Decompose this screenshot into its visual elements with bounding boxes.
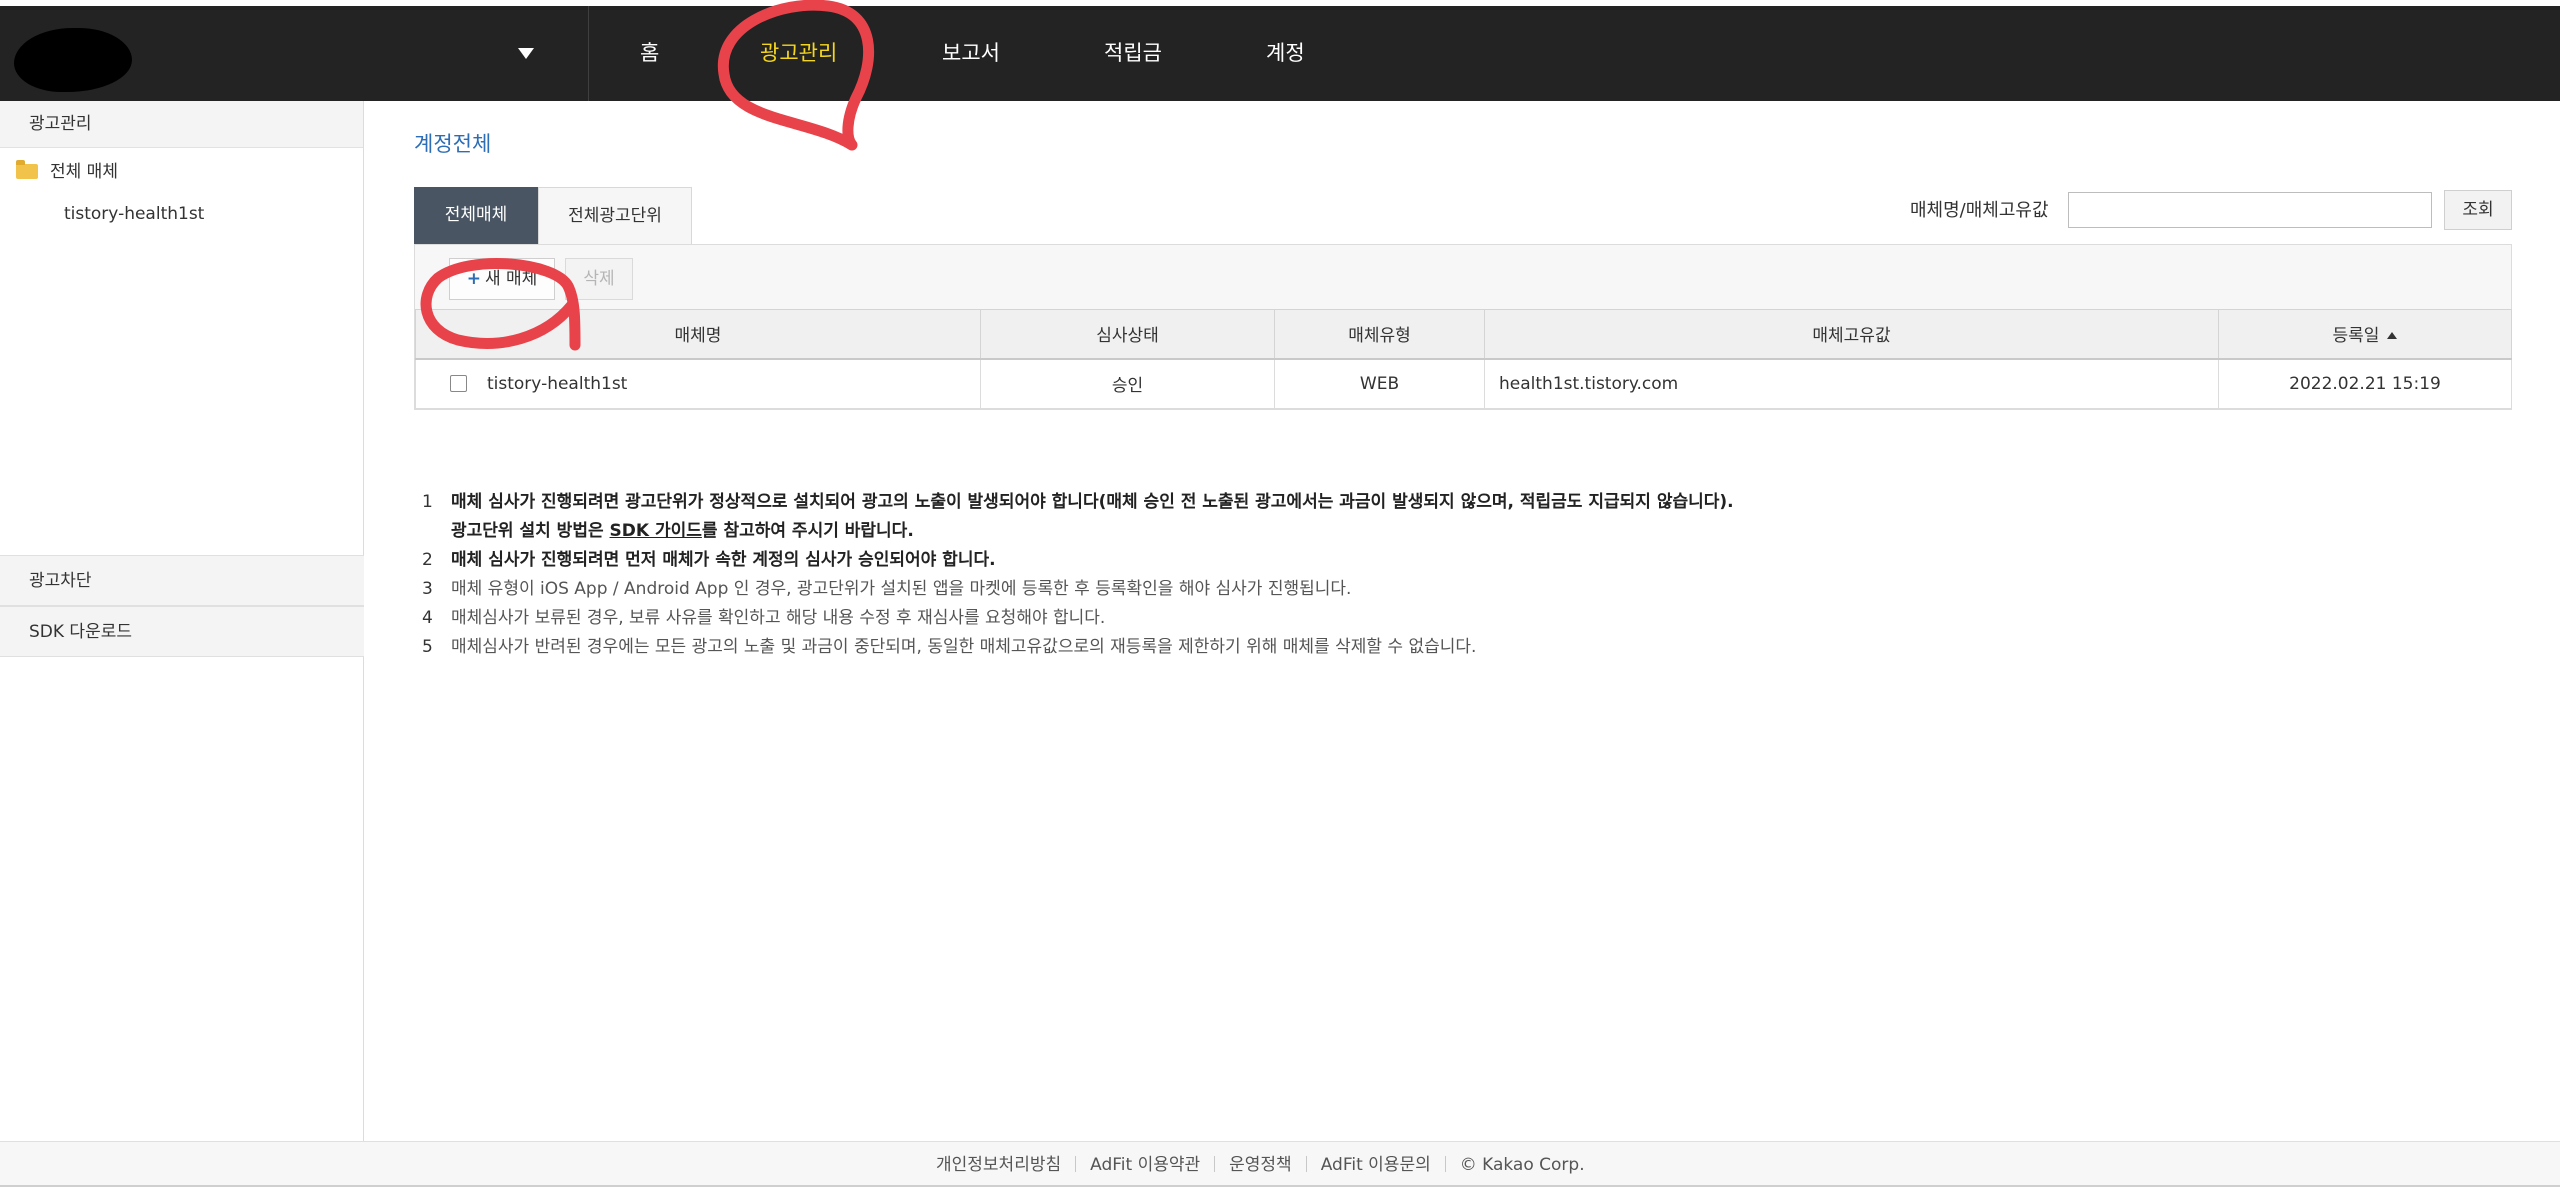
column-header-date[interactable]: 등록일	[2218, 309, 2512, 360]
sdk-guide-link[interactable]: SDK 가이드	[610, 521, 702, 541]
tree-item-all-media[interactable]: 전체 매체	[16, 157, 118, 187]
cell-media-name[interactable]: tistory-health1st	[487, 374, 627, 394]
note-number: 5	[422, 637, 433, 657]
column-header-name[interactable]: 매체명	[415, 309, 981, 360]
page-title: 계정전체	[414, 132, 492, 156]
delete-button[interactable]: 삭제	[565, 258, 633, 300]
note-text-pre: 광고단위 설치 방법은	[451, 521, 610, 541]
column-header-status[interactable]: 심사상태	[980, 309, 1275, 360]
nav-item-account[interactable]: 계정	[1266, 6, 1305, 101]
note-number: 4	[422, 608, 433, 628]
footer-links: 개인정보처리방침 AdFit 이용약관 운영정책 AdFit 이용문의 © Kakao …	[936, 1142, 1585, 1188]
note-text: 매체 심사가 진행되려면 광고단위가 정상적으로 설치되어 광고의 노출이 발생…	[451, 492, 1734, 512]
sidebar-item-ad-block[interactable]: 광고차단	[0, 555, 364, 606]
search-label: 매체명/매체고유값	[1910, 200, 2049, 221]
nav-item-ad-management[interactable]: 광고관리	[760, 6, 837, 101]
note-text: 매체심사가 반려된 경우에는 모든 광고의 노출 및 과금이 중단되며, 동일한…	[451, 637, 1477, 657]
footer-link-policy[interactable]: 운영정책	[1229, 1155, 1292, 1175]
tab-all-ad-units[interactable]: 전체광고단위	[538, 187, 692, 244]
media-table: 매체명 심사상태 매체유형 매체고유값 등록일 tistory-health1s…	[415, 309, 2512, 409]
note-text: 매체심사가 보류된 경우, 보류 사유를 확인하고 해당 내용 수정 후 재심사…	[451, 608, 1106, 628]
folder-open-icon	[16, 160, 38, 179]
cell-date: 2022.02.21 15:19	[2218, 358, 2512, 409]
logo[interactable]	[14, 28, 132, 92]
topbar-divider	[588, 6, 589, 101]
cell-type: WEB	[1274, 358, 1485, 409]
nav-item-rewards[interactable]: 적립금	[1104, 6, 1162, 101]
footer-link-privacy[interactable]: 개인정보처리방침	[936, 1155, 1061, 1175]
note-number: 2	[422, 550, 433, 570]
note-text: 광고단위 설치 방법은 SDK 가이드를 참고하여 주시기 바랍니다.	[451, 517, 914, 546]
column-header-date-label: 등록일	[2332, 326, 2380, 347]
nav-item-home[interactable]: 홈	[640, 6, 659, 101]
top-nav-bar: 홈 광고관리 보고서 적립금 계정	[0, 6, 2560, 101]
footer-copyright: © Kakao Corp.	[1459, 1155, 1585, 1175]
footer-divider	[1444, 1156, 1446, 1172]
note-text: 매체 심사가 진행되려면 먼저 매체가 속한 계정의 심사가 승인되어야 합니다…	[451, 550, 996, 570]
column-header-key[interactable]: 매체고유값	[1484, 309, 2219, 360]
tab-all-media[interactable]: 전체매체	[414, 187, 538, 244]
search-button[interactable]: 조회	[2444, 190, 2512, 230]
footer-divider	[1075, 1156, 1077, 1172]
footer-link-inquiry[interactable]: AdFit 이용문의	[1321, 1155, 1431, 1175]
table-row[interactable]: tistory-health1st 승인 WEB health1st.tisto…	[415, 358, 2512, 409]
footer-divider	[1305, 1156, 1307, 1172]
note-text: 매체 유형이 iOS App / Android App 인 경우, 광고단위가…	[451, 579, 1352, 599]
table-header-row: 매체명 심사상태 매체유형 매체고유값 등록일	[415, 309, 2512, 360]
sidebar: 광고관리 전체 매체 tistory-health1st 광고차단 SDK 다운…	[0, 101, 364, 1141]
nav-item-reports[interactable]: 보고서	[942, 6, 1000, 101]
search-input[interactable]	[2068, 192, 2432, 228]
row-checkbox[interactable]	[450, 374, 467, 392]
cell-key: health1st.tistory.com	[1484, 358, 2219, 409]
cell-status: 승인	[980, 358, 1275, 409]
media-panel: + 새 매체 삭제 매체명 심사상태 매체유형 매체고유값 등록일 tistory…	[414, 244, 2512, 410]
footer-divider	[1214, 1156, 1216, 1172]
note-number: 1	[422, 492, 433, 512]
footer-link-terms[interactable]: AdFit 이용약관	[1090, 1155, 1200, 1175]
sidebar-header[interactable]: 광고관리	[0, 101, 363, 148]
plus-icon: +	[466, 269, 481, 289]
chevron-down-icon[interactable]	[518, 48, 534, 59]
sort-ascending-icon	[2387, 332, 2398, 340]
note-number: 3	[422, 579, 433, 599]
tree-item-media[interactable]: tistory-health1st	[64, 199, 204, 229]
column-header-type[interactable]: 매체유형	[1274, 309, 1485, 360]
note-text-post: 를 참고하여 주시기 바랍니다.	[701, 521, 914, 541]
sidebar-item-sdk-download[interactable]: SDK 다운로드	[0, 606, 364, 657]
new-media-button[interactable]: + 새 매체	[449, 258, 555, 300]
tree-item-label: 전체 매체	[50, 162, 118, 182]
footer: 개인정보처리방침 AdFit 이용약관 운영정책 AdFit 이용문의 © Kakao …	[0, 1141, 2560, 1187]
new-media-label: 새 매체	[484, 269, 538, 289]
